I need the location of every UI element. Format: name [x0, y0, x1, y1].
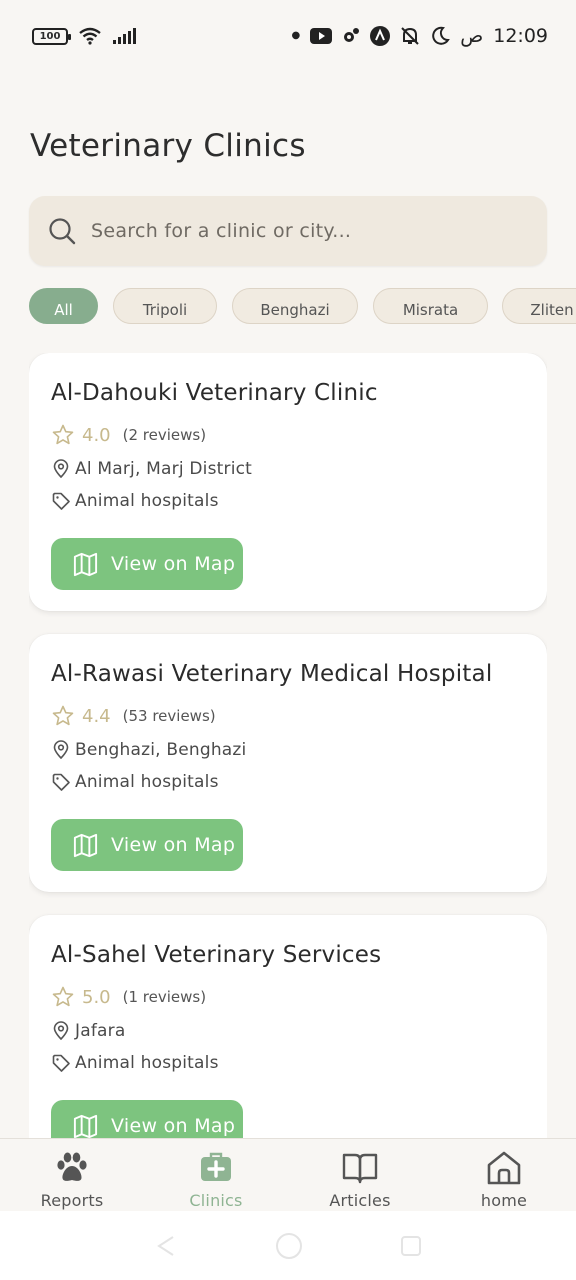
signal-icon — [113, 28, 136, 44]
nav-label: Reports — [40, 1191, 104, 1210]
home-circle-icon[interactable] — [274, 1231, 304, 1261]
nav-reports[interactable]: Reports — [0, 1139, 144, 1211]
clinic-name: Al-Rawasi Veterinary Medical Hospital — [51, 661, 493, 687]
clinic-name: Al-Dahouki Veterinary Clinic — [51, 380, 378, 406]
status-bar: 100 ● ص 12:09 — [0, 0, 576, 72]
a-icon — [370, 26, 391, 46]
search-icon — [49, 218, 76, 245]
battery-icon: 100 — [32, 27, 71, 45]
rating-value: 4.0 — [82, 424, 111, 446]
chip-all[interactable]: All — [29, 288, 98, 324]
clinic-name: Al-Sahel Veterinary Services — [51, 942, 382, 968]
map-icon — [73, 1114, 98, 1138]
nav-label: Articles — [329, 1191, 391, 1210]
bottom-nav: Reports Clinics Articles home — [0, 1138, 576, 1211]
settings-icon — [344, 28, 360, 42]
clinic-card[interactable]: Al-Dahouki Veterinary Clinic 4.0 (2 revi… — [29, 353, 547, 611]
rating-value: 4.4 — [82, 705, 111, 727]
clinic-location: Jafara — [75, 1021, 126, 1041]
wifi-icon — [79, 27, 101, 45]
view-on-map-label: View on Map — [111, 553, 236, 575]
clinic-card[interactable]: Al-Sahel Veterinary Services 5.0 (1 revi… — [29, 915, 547, 1138]
chip-label: Misrata — [402, 301, 459, 319]
am-pm: ص — [460, 25, 484, 47]
clock: 12:09 — [493, 25, 548, 47]
star-icon — [52, 986, 74, 1007]
paw-icon — [57, 1152, 87, 1181]
search-placeholder: Search for a clinic or city... — [91, 220, 352, 242]
clinic-location: Benghazi, Benghazi — [75, 740, 247, 760]
chip-label: Tripoli — [142, 301, 188, 319]
rating-row: 4.0 (2 reviews) — [51, 423, 206, 447]
bell-off-icon — [401, 27, 419, 45]
chip-label: All — [54, 301, 73, 319]
nav-home[interactable]: home — [432, 1139, 576, 1211]
home-icon — [487, 1151, 521, 1185]
clinic-category: Animal hospitals — [75, 772, 219, 792]
nav-articles[interactable]: Articles — [288, 1139, 432, 1211]
nav-clinics[interactable]: Clinics — [144, 1139, 288, 1211]
status-left: 100 — [32, 27, 138, 45]
tag-icon — [52, 773, 70, 791]
clinic-list[interactable]: Al-Dahouki Veterinary Clinic 4.0 (2 revi… — [29, 353, 547, 1138]
rating-row: 4.4 (53 reviews) — [51, 704, 216, 728]
category-row: Animal hospitals — [51, 772, 219, 792]
filter-chips: All Tripoli Benghazi Misrata Zliten — [29, 288, 576, 326]
tag-icon — [52, 1054, 70, 1072]
map-icon — [73, 833, 98, 857]
view-on-map-label: View on Map — [111, 834, 236, 856]
map-icon — [73, 552, 98, 576]
clinic-card[interactable]: Al-Rawasi Veterinary Medical Hospital 4.… — [29, 634, 547, 892]
star-icon — [52, 424, 74, 445]
clinic-category: Animal hospitals — [75, 491, 219, 511]
view-on-map-button[interactable]: View on Map — [51, 1100, 243, 1138]
page-title: Veterinary Clinics — [30, 128, 306, 164]
book-icon — [342, 1153, 378, 1184]
location-pin-icon — [53, 740, 69, 760]
medical-kit-icon — [201, 1152, 231, 1181]
chip-misrata[interactable]: Misrata — [373, 288, 488, 324]
chip-label: Zliten — [530, 301, 574, 319]
chip-tripoli[interactable]: Tripoli — [113, 288, 217, 324]
status-right: ● ص 12:09 — [292, 25, 548, 47]
dot-icon: ● — [291, 30, 301, 41]
chip-zliten[interactable]: Zliten — [502, 288, 576, 324]
rating-row: 5.0 (1 reviews) — [51, 985, 206, 1009]
location-row: Jafara — [51, 1021, 125, 1041]
view-on-map-label: View on Map — [111, 1115, 236, 1137]
chip-label: Benghazi — [260, 301, 330, 319]
location-row: Al Marj, Marj District — [51, 459, 252, 479]
back-icon[interactable] — [153, 1233, 179, 1259]
chip-benghazi[interactable]: Benghazi — [232, 288, 358, 324]
search-input[interactable]: Search for a clinic or city... — [29, 196, 547, 266]
battery-level: 100 — [39, 30, 61, 42]
clinic-location: Al Marj, Marj District — [75, 459, 253, 479]
review-count: (2 reviews) — [122, 426, 207, 444]
nav-label: home — [480, 1191, 528, 1210]
clinic-category: Animal hospitals — [75, 1053, 219, 1073]
category-row: Animal hospitals — [51, 491, 219, 511]
location-pin-icon — [53, 459, 69, 479]
recents-icon[interactable] — [399, 1234, 423, 1258]
view-on-map-button[interactable]: View on Map — [51, 538, 243, 590]
tag-icon — [52, 492, 70, 510]
youtube-icon — [310, 28, 333, 44]
category-row: Animal hospitals — [51, 1053, 219, 1073]
review-count: (1 reviews) — [122, 988, 207, 1006]
location-row: Benghazi, Benghazi — [51, 740, 246, 760]
rating-value: 5.0 — [82, 986, 111, 1008]
system-nav-bar — [0, 1211, 576, 1280]
view-on-map-button[interactable]: View on Map — [51, 819, 243, 871]
review-count: (53 reviews) — [122, 707, 216, 725]
moon-icon — [432, 26, 451, 45]
nav-label: Clinics — [189, 1191, 243, 1210]
location-pin-icon — [53, 1021, 69, 1041]
star-icon — [52, 705, 74, 726]
